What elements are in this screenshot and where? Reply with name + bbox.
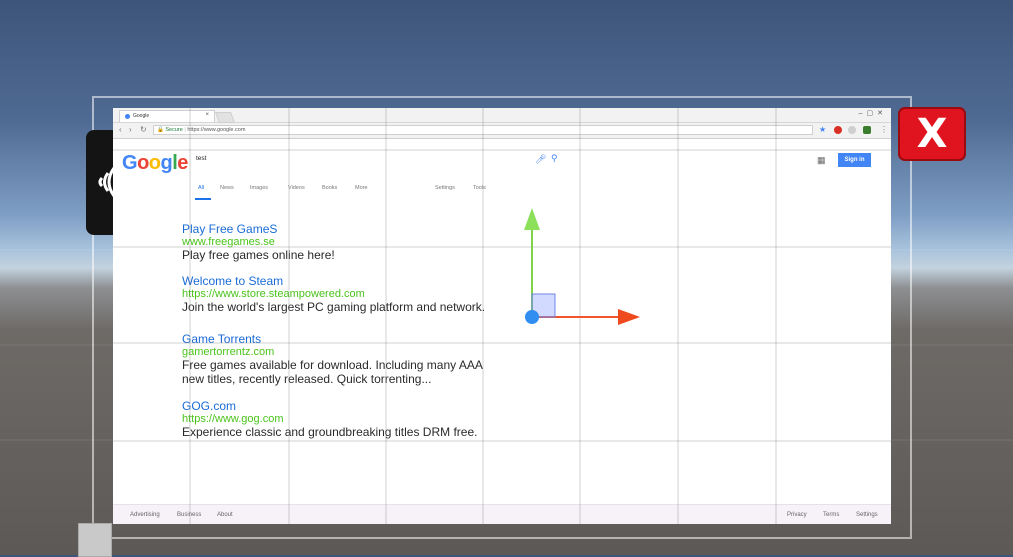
tab-all[interactable]: All [198, 185, 204, 191]
camera-thumbnail-icon [78, 523, 112, 557]
result-snippet: Free games available for download. Inclu… [182, 358, 483, 372]
footer-settings-link[interactable]: Settings [856, 512, 878, 518]
result-url: www.freegames.se [182, 236, 275, 248]
back-icon[interactable]: ‹ [119, 125, 122, 134]
secure-label: Secure [165, 127, 183, 133]
forward-icon[interactable]: › [129, 125, 132, 134]
tab-close-icon[interactable]: × [205, 112, 209, 118]
google-favicon-icon [125, 114, 130, 119]
google-logo[interactable]: Google [122, 152, 188, 175]
result-snippet: Join the world's largest PC gaming platf… [182, 300, 486, 314]
result-url: gamertorrentz.com [182, 346, 275, 358]
reload-icon[interactable]: ↻ [140, 125, 147, 134]
search-result: Welcome to Steam https://www.store.steam… [182, 275, 486, 315]
result-url: https://www.store.steampowered.com [182, 288, 365, 300]
tab-tools[interactable]: Tools [473, 185, 486, 191]
window-controls[interactable]: –▢✕ [859, 109, 887, 117]
tab-videos[interactable]: Videos [288, 185, 305, 191]
footer-business-link[interactable]: Business [177, 512, 201, 518]
footer-about-link[interactable]: About [217, 512, 233, 518]
search-icon[interactable]: ⚲ [551, 153, 558, 164]
url-text: https://www.google.com [187, 127, 246, 133]
browser-window: Google × –▢✕ ‹ › ↻ 🔒 Secure | https://ww… [113, 108, 891, 524]
tab-bar: Google × –▢✕ [113, 108, 891, 123]
tab-images[interactable]: Images [250, 185, 268, 191]
result-title[interactable]: GOG.com [182, 400, 477, 413]
search-box[interactable]: test 🎤︎ ⚲ [189, 151, 558, 171]
tab-google[interactable]: Google × [119, 110, 215, 122]
lock-icon: 🔒 [157, 127, 164, 133]
signin-button[interactable]: Sign in [838, 153, 871, 167]
microphone-icon[interactable]: 🎤︎ [535, 154, 546, 165]
result-title[interactable]: Play Free GameS [182, 223, 335, 236]
result-snippet: new titles, recently released. Quick tor… [182, 372, 432, 386]
tab-settings[interactable]: Settings [435, 185, 455, 191]
search-result: Play Free GameS www.freegames.se Play fr… [182, 223, 335, 263]
result-snippet: Experience classic and groundbreaking ti… [182, 425, 478, 439]
footer-terms-link[interactable]: Terms [823, 512, 839, 518]
extension-stop-icon[interactable] [834, 126, 842, 134]
result-title[interactable]: Game Torrents [182, 333, 483, 346]
footer-advertising-link[interactable]: Advertising [130, 512, 160, 518]
extension-green-icon[interactable] [863, 126, 871, 134]
address-bar: ‹ › ↻ 🔒 Secure | https://www.google.com … [113, 123, 891, 139]
page-footer: Advertising Business About Privacy Terms… [113, 504, 891, 524]
result-snippet: Play free games online here! [182, 248, 335, 262]
search-input[interactable]: test [196, 155, 206, 162]
tab-title: Google [133, 113, 150, 119]
result-url: https://www.gog.com [182, 413, 284, 425]
apps-grid-icon[interactable]: ▦ [817, 155, 826, 166]
url-input[interactable]: 🔒 Secure | https://www.google.com [153, 125, 813, 135]
active-tab-indicator [195, 198, 211, 200]
result-title[interactable]: Welcome to Steam [182, 275, 485, 288]
footer-privacy-link[interactable]: Privacy [787, 512, 807, 518]
star-icon[interactable]: ★ [819, 125, 826, 134]
new-tab-button[interactable] [214, 112, 236, 123]
extension-gray-icon[interactable] [848, 126, 856, 134]
tab-more[interactable]: More [355, 185, 368, 191]
menu-kebab-icon[interactable]: ⋮ [880, 125, 888, 134]
search-result: GOG.com https://www.gog.com Experience c… [182, 400, 478, 440]
close-button[interactable]: X [898, 107, 966, 161]
tab-news[interactable]: News [220, 185, 234, 191]
tab-books[interactable]: Books [322, 185, 337, 191]
search-result: Game Torrents gamertorrentz.com Free gam… [182, 333, 483, 387]
